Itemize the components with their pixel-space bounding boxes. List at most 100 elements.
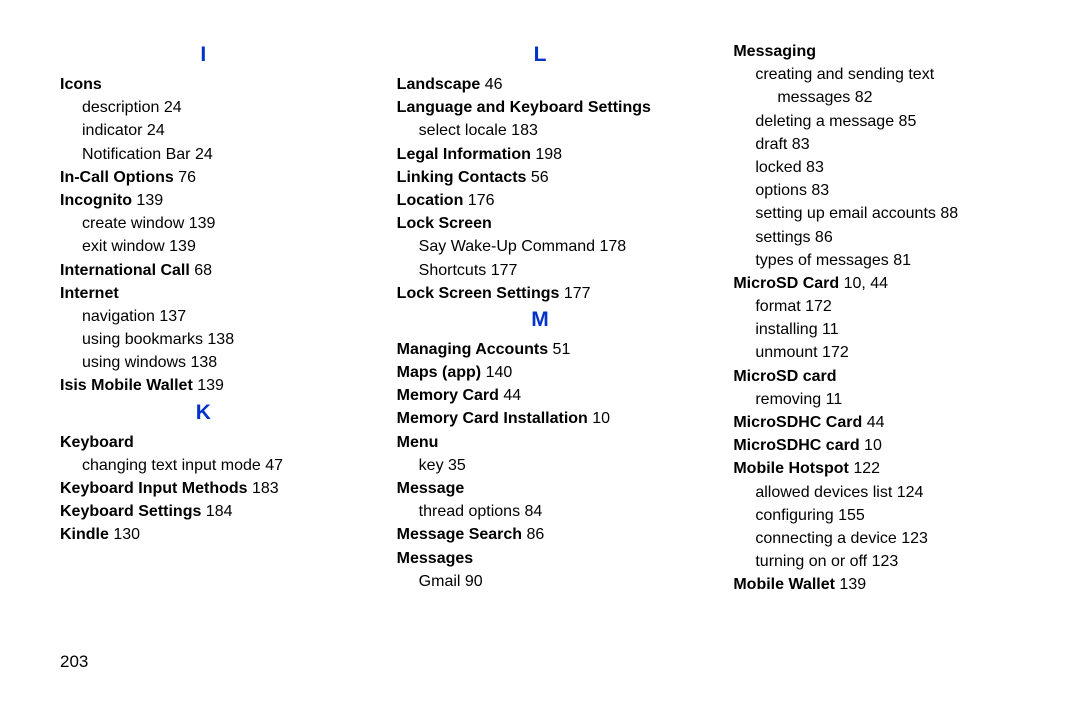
page-reference[interactable]: 177 <box>486 262 517 279</box>
index-entry: Landscape 46 <box>397 73 684 96</box>
index-subentry: removing 11 <box>733 388 1020 411</box>
index-subentry: unmount 172 <box>733 341 1020 364</box>
page-reference[interactable]: 137 <box>155 308 186 325</box>
entry-label: key <box>419 457 444 474</box>
page-reference[interactable]: 76 <box>174 169 196 186</box>
page-reference[interactable]: 51 <box>548 341 570 358</box>
index-subentry: setting up email accounts 88 <box>733 202 1020 225</box>
index-entry: Legal Information 198 <box>397 143 684 166</box>
index-subentry: options 83 <box>733 179 1020 202</box>
index-entry: International Call 68 <box>60 259 347 282</box>
entry-label: allowed devices list <box>755 484 892 501</box>
page-reference[interactable]: 177 <box>559 285 590 302</box>
index-subentry: Notification Bar 24 <box>60 143 347 166</box>
index-subentry: installing 11 <box>733 318 1020 341</box>
index-entry: In-Call Options 76 <box>60 166 347 189</box>
page-reference[interactable]: 139 <box>165 238 196 255</box>
page-reference[interactable]: 47 <box>261 457 283 474</box>
index-entry: Lock Screen Settings 177 <box>397 282 684 305</box>
page-reference[interactable]: 123 <box>867 553 898 570</box>
index-subentry: types of messages 81 <box>733 249 1020 272</box>
page-reference[interactable]: 139 <box>132 192 163 209</box>
page-reference[interactable]: 139 <box>184 215 215 232</box>
page-reference[interactable]: 138 <box>186 354 217 371</box>
index-subentry: deleting a message 85 <box>733 110 1020 133</box>
index-entry: Message <box>397 477 684 500</box>
entry-label: Mobile Wallet <box>733 576 835 593</box>
page-reference[interactable]: 155 <box>834 507 865 524</box>
page-reference[interactable]: 82 <box>850 89 872 106</box>
page-reference[interactable]: 83 <box>802 159 824 176</box>
entry-label: Mobile Hotspot <box>733 460 849 477</box>
index-entry: MicroSDHC Card 44 <box>733 411 1020 434</box>
index-entry: MicroSD card <box>733 365 1020 388</box>
entry-label: options <box>755 182 807 199</box>
page-reference[interactable]: 56 <box>526 169 548 186</box>
entry-label: Message <box>397 480 465 497</box>
index-subentry: connecting a device 123 <box>733 527 1020 550</box>
page-reference[interactable]: 139 <box>835 576 866 593</box>
page-reference[interactable]: 178 <box>595 238 626 255</box>
page-reference[interactable]: 122 <box>849 460 880 477</box>
page-reference[interactable]: 176 <box>463 192 494 209</box>
entry-label: Lock Screen Settings <box>397 285 560 302</box>
page-reference[interactable]: 123 <box>897 530 928 547</box>
index-entry: Lock Screen <box>397 212 684 235</box>
page-reference[interactable]: 130 <box>109 526 140 543</box>
page-reference[interactable]: 83 <box>807 182 829 199</box>
entry-label: using windows <box>82 354 186 371</box>
page-reference[interactable]: 85 <box>894 113 916 130</box>
page-reference[interactable]: 83 <box>787 136 809 153</box>
page-reference[interactable]: 140 <box>481 364 512 381</box>
page-reference[interactable]: 198 <box>531 146 562 163</box>
page-reference[interactable]: 11 <box>821 391 842 408</box>
page-reference[interactable]: 84 <box>520 503 542 520</box>
page-reference[interactable]: 183 <box>248 480 279 497</box>
page-reference[interactable]: 68 <box>190 262 212 279</box>
entry-label: Kindle <box>60 526 109 543</box>
page-reference[interactable]: 10 <box>588 410 610 427</box>
page-number: 203 <box>60 652 88 672</box>
page-reference[interactable]: 124 <box>892 484 923 501</box>
index-letter: M <box>397 308 684 332</box>
index-subentry: creating and sending text <box>733 63 1020 86</box>
entry-label: Shortcuts <box>419 262 487 279</box>
entry-label: MicroSD Card <box>733 275 839 292</box>
page-reference[interactable]: 81 <box>889 252 911 269</box>
page-reference[interactable]: 44 <box>862 414 884 431</box>
page-reference[interactable]: 44 <box>499 387 521 404</box>
index-entry: Message Search 86 <box>397 523 684 546</box>
entry-label: MicroSDHC Card <box>733 414 862 431</box>
entry-label: Messaging <box>733 43 816 60</box>
page-reference[interactable]: 138 <box>203 331 234 348</box>
entry-label: changing text input mode <box>82 457 261 474</box>
page-reference[interactable]: 183 <box>507 122 538 139</box>
page-reference[interactable]: 184 <box>201 503 232 520</box>
entry-label: installing <box>755 321 817 338</box>
page-reference[interactable]: 46 <box>480 76 502 93</box>
entry-label: draft <box>755 136 787 153</box>
entry-label: turning on or off <box>755 553 867 570</box>
entry-label: Landscape <box>397 76 481 93</box>
page-reference[interactable]: 90 <box>460 573 482 590</box>
page-reference[interactable]: 139 <box>193 377 224 394</box>
index-entry: Mobile Hotspot 122 <box>733 457 1020 480</box>
page-reference[interactable]: 86 <box>810 229 832 246</box>
page-reference[interactable]: 86 <box>522 526 544 543</box>
entry-label: unmount <box>755 344 817 361</box>
index-entry: Incognito 139 <box>60 189 347 212</box>
page-reference[interactable]: 24 <box>142 122 164 139</box>
page-reference[interactable]: 24 <box>191 146 213 163</box>
page-reference[interactable]: 35 <box>444 457 466 474</box>
page-reference[interactable]: 10, 44 <box>839 275 888 292</box>
index-letter: I <box>60 43 347 67</box>
entry-label: Gmail <box>419 573 461 590</box>
page-reference[interactable]: 172 <box>801 298 832 315</box>
page-reference[interactable]: 24 <box>159 99 181 116</box>
page-reference[interactable]: 10 <box>860 437 882 454</box>
entry-label: Say Wake-Up Command <box>419 238 595 255</box>
page-reference[interactable]: 11 <box>818 321 839 338</box>
index-subentry: navigation 137 <box>60 305 347 328</box>
page-reference[interactable]: 88 <box>936 205 958 222</box>
page-reference[interactable]: 172 <box>818 344 849 361</box>
